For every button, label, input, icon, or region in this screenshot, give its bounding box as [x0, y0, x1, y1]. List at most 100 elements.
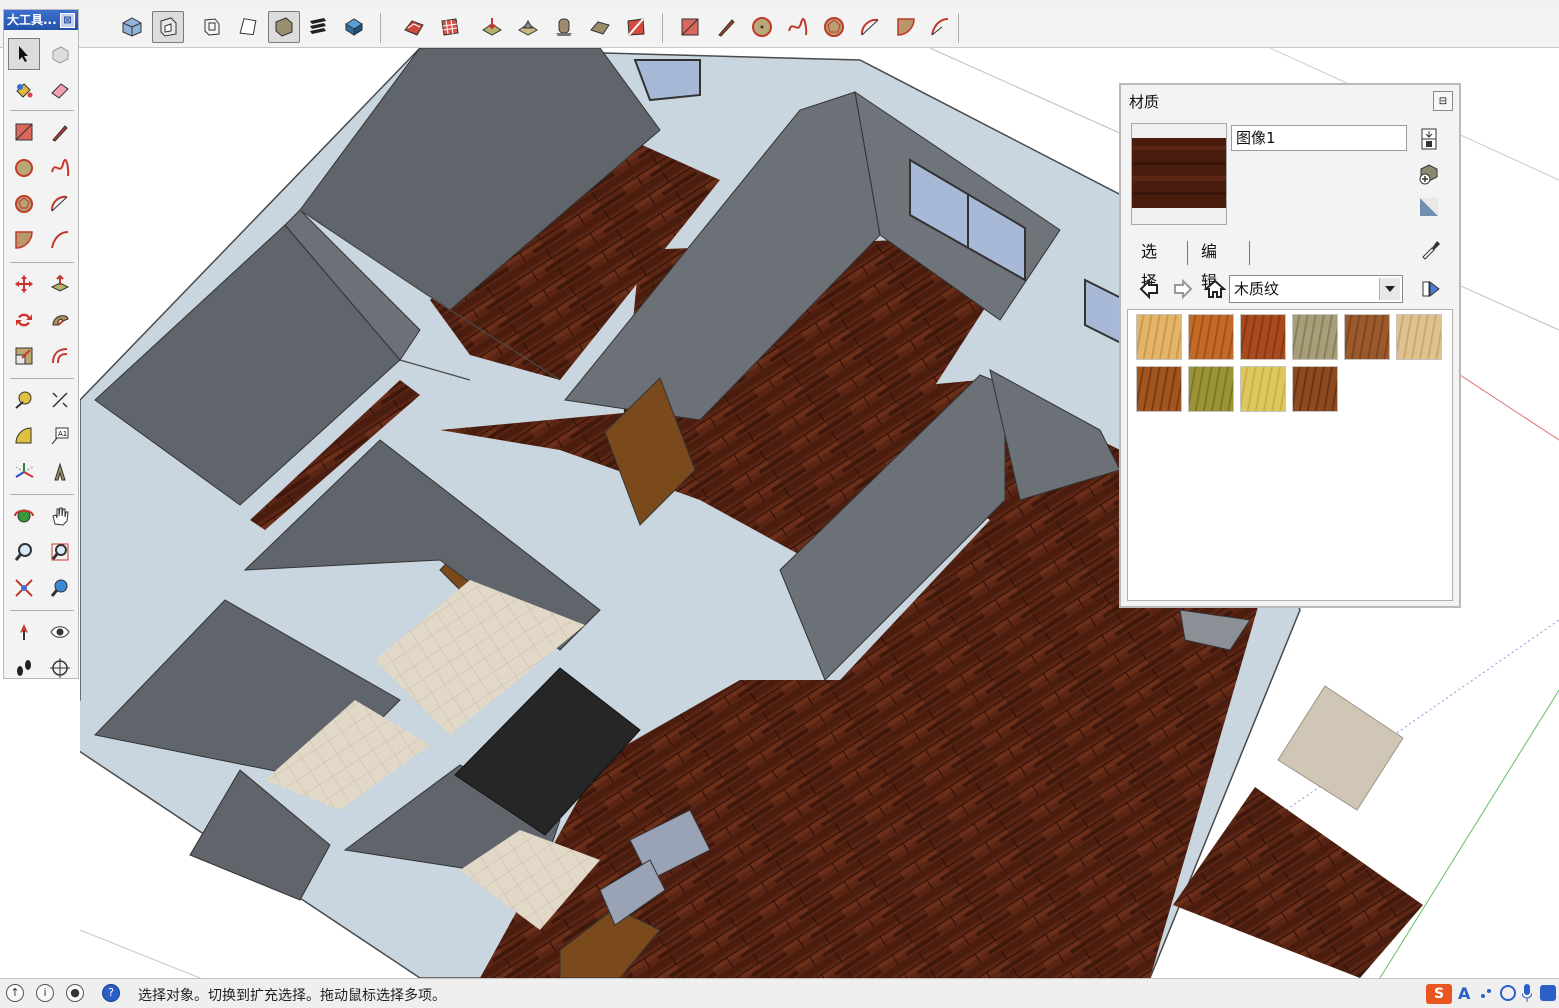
zoom-window-tool-button[interactable]: [44, 536, 76, 568]
material-swatch-wood-3[interactable]: [1240, 314, 1286, 360]
tape-measure-icon: [15, 391, 32, 409]
walk-tool-button[interactable]: [8, 652, 40, 684]
scale-tool-button[interactable]: [8, 340, 40, 372]
rectangle-button[interactable]: [674, 11, 706, 43]
pie-button[interactable]: [890, 11, 922, 43]
axes-tool-button[interactable]: [8, 456, 40, 488]
ime-mode-indicator[interactable]: A: [1458, 984, 1470, 1003]
material-name-field[interactable]: 图像1: [1231, 125, 1407, 151]
circle-tool-button[interactable]: [8, 152, 40, 184]
material-swatch-wood-4[interactable]: [1292, 314, 1338, 360]
pie-icon: [15, 231, 33, 249]
3d-text-tool-button[interactable]: [44, 456, 76, 488]
line-tool-button[interactable]: [44, 116, 76, 148]
move-tool-button[interactable]: [8, 268, 40, 300]
make-component-button[interactable]: [44, 38, 76, 70]
arc-tool-button[interactable]: [44, 188, 76, 220]
arc-3pt-button[interactable]: [924, 11, 956, 43]
smoove-button[interactable]: [476, 11, 508, 43]
section-plane-tool-button[interactable]: [44, 652, 76, 684]
help-icon[interactable]: ?: [102, 984, 120, 1002]
home-button[interactable]: [1201, 275, 1229, 303]
material-swatch-wood-9[interactable]: [1240, 366, 1286, 412]
front-view-button[interactable]: [196, 11, 228, 43]
stamp-button[interactable]: [512, 11, 544, 43]
monochrome-style-button[interactable]: [338, 11, 370, 43]
default-material-button[interactable]: [1415, 193, 1443, 221]
right-view-button[interactable]: [232, 11, 264, 43]
ime-punctuation-icon[interactable]: [1480, 987, 1492, 999]
display-secondary-button[interactable]: [1415, 125, 1443, 153]
line-button[interactable]: [710, 11, 742, 43]
offset-tool-button[interactable]: [44, 340, 76, 372]
back-button[interactable]: [1135, 275, 1163, 303]
orbit-tool-button[interactable]: [8, 500, 40, 532]
pan-tool-button[interactable]: [44, 500, 76, 532]
polygon-tool-button[interactable]: [8, 188, 40, 220]
position-camera-tool-button[interactable]: [8, 616, 40, 648]
ime-logo-icon[interactable]: S: [1426, 984, 1452, 1004]
zoom-extents-tool-button[interactable]: [8, 572, 40, 604]
material-swatch-wood-7[interactable]: [1136, 366, 1182, 412]
arc-icon: [50, 195, 68, 212]
large-tool-set-title[interactable]: 大工具... ⊠: [4, 10, 78, 30]
protractor-tool-button[interactable]: [8, 420, 40, 452]
shaded-style-button[interactable]: [268, 11, 300, 43]
material-swatch-wood-6[interactable]: [1396, 314, 1442, 360]
paint-bucket-button[interactable]: [8, 74, 40, 106]
material-swatch-wood-8[interactable]: [1188, 366, 1234, 412]
materials-collapse-button[interactable]: ⊟: [1433, 91, 1453, 111]
user-icon[interactable]: ●: [66, 984, 84, 1002]
create-material-button[interactable]: [1415, 159, 1443, 187]
smoove-icon: [482, 18, 502, 36]
chevron-down-icon[interactable]: [1379, 278, 1400, 300]
ime-toolbox-icon[interactable]: [1540, 985, 1556, 1001]
zoom-tool-button[interactable]: [8, 536, 40, 568]
tape-measure-tool-button[interactable]: [8, 384, 40, 416]
sandbox-contours-button[interactable]: [398, 11, 430, 43]
arc-button[interactable]: [854, 11, 886, 43]
previous-view-icon: [50, 579, 68, 597]
text-tool-button[interactable]: A1: [44, 420, 76, 452]
geolocation-icon[interactable]: ↑: [6, 984, 24, 1002]
circle-button[interactable]: [746, 11, 778, 43]
polygon-button[interactable]: [818, 11, 850, 43]
arc-3pt-tool-button[interactable]: [44, 224, 76, 256]
ime-emoji-icon[interactable]: [1500, 985, 1516, 1001]
rectangle-tool-button[interactable]: [8, 116, 40, 148]
freehand-button[interactable]: [782, 11, 814, 43]
dimension-icon: [52, 392, 68, 408]
forward-button[interactable]: [1169, 275, 1197, 303]
credits-icon[interactable]: i: [36, 984, 54, 1002]
details-button[interactable]: [1417, 275, 1445, 303]
large-tool-set: 大工具... ⊠ A1: [3, 9, 79, 679]
textured-style-button[interactable]: [302, 11, 334, 43]
previous-view-tool-button[interactable]: [44, 572, 76, 604]
look-around-tool-button[interactable]: [44, 616, 76, 648]
push-pull-tool-button[interactable]: [44, 268, 76, 300]
top-view-button[interactable]: [152, 11, 184, 43]
rotate-tool-button[interactable]: [8, 304, 40, 336]
ime-microphone-icon[interactable]: [1521, 984, 1533, 1002]
flip-edge-button[interactable]: [620, 11, 652, 43]
home-icon: [1204, 279, 1226, 298]
material-swatch-wood-1[interactable]: [1136, 314, 1182, 360]
front-view-icon: [204, 18, 220, 36]
material-swatch-wood-2[interactable]: [1188, 314, 1234, 360]
drape-button[interactable]: [548, 11, 580, 43]
large-tool-set-close-button[interactable]: ⊠: [60, 13, 75, 28]
eraser-button[interactable]: [44, 74, 76, 106]
material-swatch-wood-10[interactable]: [1292, 366, 1338, 412]
sandbox-scratch-button[interactable]: [434, 11, 466, 43]
dimension-tool-button[interactable]: [44, 384, 76, 416]
add-detail-button[interactable]: [584, 11, 616, 43]
select-tool-button[interactable]: [8, 38, 40, 70]
rectangle-icon: [681, 18, 699, 36]
sample-paint-button[interactable]: [1417, 235, 1445, 263]
pie-tool-button[interactable]: [8, 224, 40, 256]
material-library-select[interactable]: 木质纹: [1229, 275, 1403, 303]
material-swatch-wood-5[interactable]: [1344, 314, 1390, 360]
freehand-tool-button[interactable]: [44, 152, 76, 184]
iso-view-button[interactable]: [116, 11, 148, 43]
follow-me-tool-button[interactable]: [44, 304, 76, 336]
